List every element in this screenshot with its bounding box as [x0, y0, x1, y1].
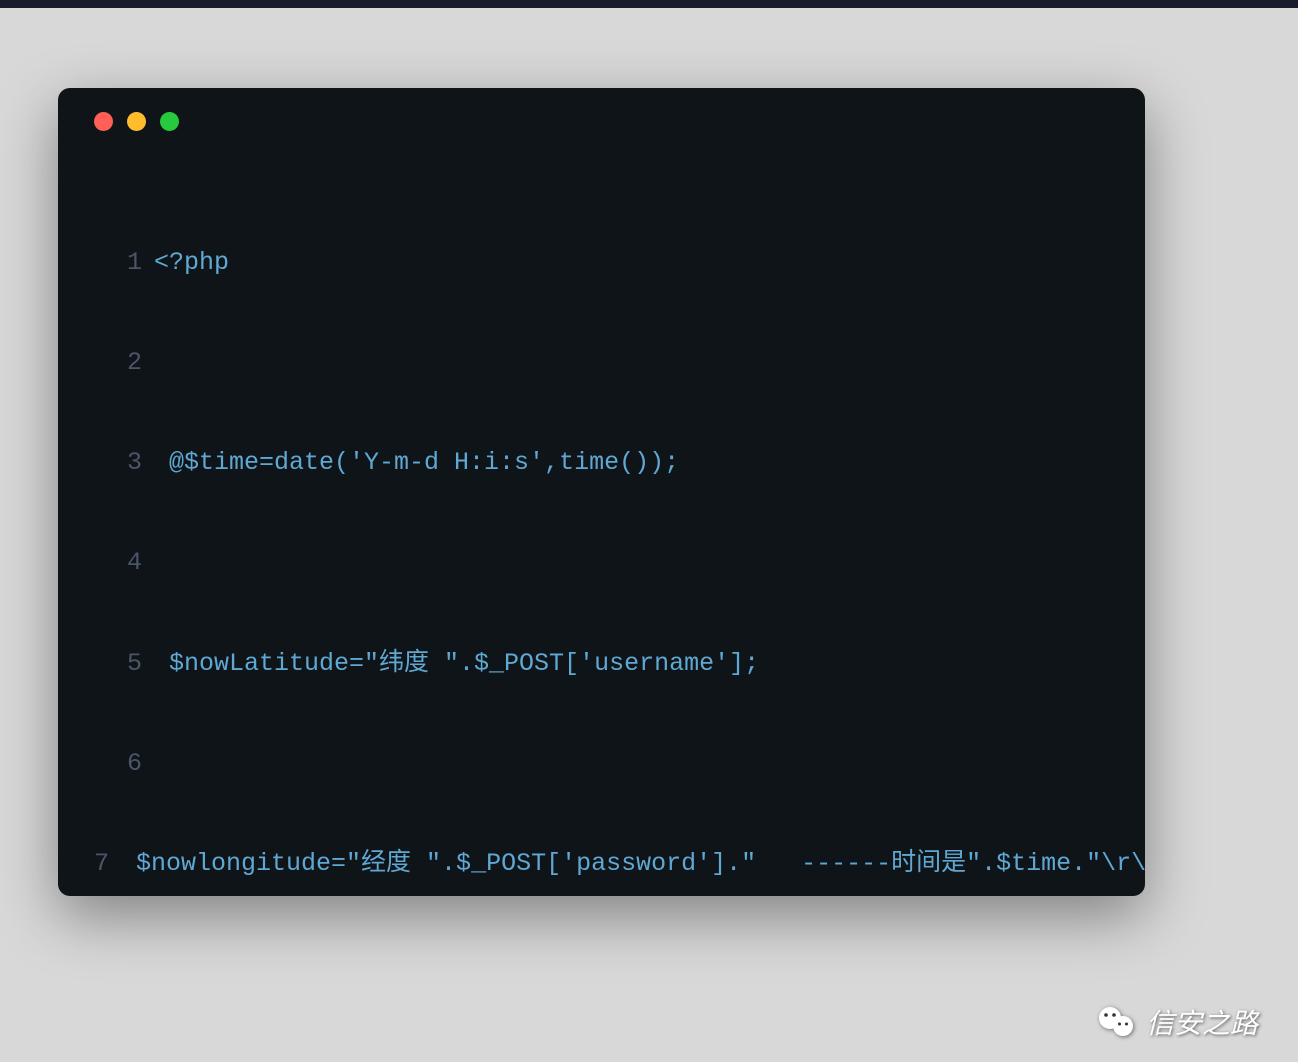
- line-number: 5: [94, 647, 142, 680]
- line-number: 6: [94, 747, 142, 780]
- code-area: 1 <?php 2 3 @$time=date('Y-m-d H:i:s',tim…: [58, 131, 1145, 896]
- line-content: <?php: [154, 246, 229, 279]
- code-line: 1 <?php: [94, 246, 1109, 279]
- top-bar: [0, 0, 1298, 8]
- code-line: 5 $nowLatitude="纬度 ".$_POST['username'];: [94, 647, 1109, 680]
- code-line: 7 $nowlongitude="经度 ".$_POST['password']…: [94, 847, 1109, 880]
- code-line: 4: [94, 546, 1109, 579]
- line-number: 7: [94, 847, 109, 880]
- line-number: 2: [94, 346, 142, 379]
- line-content: @$time=date('Y-m-d H:i:s',time());: [154, 446, 679, 479]
- close-icon[interactable]: [94, 112, 113, 131]
- line-number: 4: [94, 546, 142, 579]
- line-content: $nowlongitude="经度 ".$_POST['password']."…: [121, 847, 1145, 880]
- line-content: $nowLatitude="纬度 ".$_POST['username'];: [154, 647, 759, 680]
- code-line: 2: [94, 346, 1109, 379]
- wechat-icon: [1096, 1002, 1136, 1042]
- watermark: 信安之路: [1096, 1002, 1258, 1042]
- code-line: 3 @$time=date('Y-m-d H:i:s',time());: [94, 446, 1109, 479]
- code-window: 1 <?php 2 3 @$time=date('Y-m-d H:i:s',tim…: [58, 88, 1145, 896]
- minimize-icon[interactable]: [127, 112, 146, 131]
- watermark-text: 信安之路: [1146, 1002, 1258, 1042]
- window-controls: [58, 88, 1145, 131]
- line-number: 1: [94, 246, 142, 279]
- code-line: 6: [94, 747, 1109, 780]
- line-number: 3: [94, 446, 142, 479]
- maximize-icon[interactable]: [160, 112, 179, 131]
